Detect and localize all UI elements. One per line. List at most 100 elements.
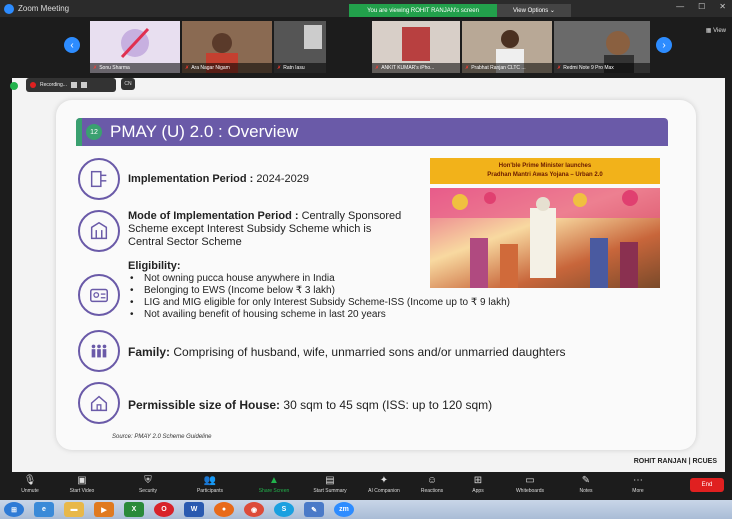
participant-name: ✗ Sonu Sharma (90, 63, 180, 73)
firefox-icon[interactable]: ● (214, 502, 234, 517)
launch-photo: Hon'ble Prime Minister launches Pradhan … (430, 158, 660, 288)
skype-icon[interactable]: S (274, 502, 294, 517)
start-summary-button[interactable]: ▤ Start Summary (300, 474, 360, 498)
notes-button[interactable]: ✎ Notes (556, 474, 616, 498)
mic-muted-icon: ✗ (375, 65, 380, 71)
more-button[interactable]: ⋯ More (608, 474, 668, 498)
family-icon (78, 330, 120, 372)
participant-name: ✗ ANKIT KUMAR's iPho... (372, 63, 460, 73)
mode-label: Mode of Implementation Period : (128, 210, 299, 222)
participant-tile[interactable]: ✗ Prabhat Ranjan CLTC ... (462, 21, 552, 73)
size-row: Permissible size of House: 30 sqm to 45 … (128, 399, 608, 412)
excel-icon[interactable]: X (124, 502, 144, 517)
implementation-row: Implementation Period : 2024-2029 (128, 173, 408, 186)
shield-icon: ⛨ (144, 474, 152, 486)
implementation-label: Implementation Period : (128, 173, 254, 185)
pause-icon[interactable] (70, 82, 77, 88)
house-icon (78, 382, 120, 424)
reactions-icon: ☺ (426, 474, 438, 486)
whiteboard-icon: ▭ (525, 474, 535, 486)
mic-muted-icon: ✗ (465, 65, 470, 71)
mic-muted-icon: ✗ (277, 65, 282, 71)
size-value: 30 sqm to 45 sqm (ISS: up to 120 sqm) (280, 398, 493, 412)
mic-muted-icon: 🎙 (23, 474, 37, 486)
more-icon: ⋯ (633, 474, 643, 486)
paint-icon[interactable]: ✎ (304, 502, 324, 517)
video-off-icon: ▣ (77, 474, 87, 486)
close-icon[interactable]: ✕ (719, 2, 726, 11)
recording-indicator[interactable]: Recording... (26, 78, 116, 92)
os-taskbar: ⊞ e ▬ ▶ X O W ● ◉ S ✎ zm (0, 500, 732, 519)
mic-muted-icon: ✗ (557, 65, 562, 71)
sparkle-icon: ✦ (379, 474, 389, 486)
participant-tile[interactable]: ✗ Sonu Sharma (90, 21, 180, 73)
ie-icon[interactable]: e (34, 502, 54, 517)
apps-icon: ⊞ (473, 474, 483, 486)
zoom-app-icon (4, 3, 14, 14)
building-icon (78, 210, 120, 252)
view-grid-icon: ▦ (705, 28, 712, 34)
record-icon (30, 82, 36, 88)
participant-tile[interactable]: ✗ Redmi Note 9 Pro Max (554, 21, 650, 73)
shared-screen: 12 PMAY (U) 2.0 : Overview Implementatio… (12, 78, 725, 472)
photo-caption: Hon'ble Prime Minister launches Pradhan … (430, 158, 660, 184)
presentation-slide: 12 PMAY (U) 2.0 : Overview Implementatio… (56, 100, 696, 450)
zoom-window: Zoom Meeting — ☐ ✕ You are viewing ROHIT… (0, 0, 732, 519)
view-options-button[interactable]: View Options ⌄ (497, 4, 571, 17)
family-row: Family: Comprising of husband, wife, unm… (128, 346, 668, 359)
stop-icon[interactable] (80, 82, 87, 88)
recording-label: Recording... (40, 82, 67, 88)
implementation-value: 2024-2029 (253, 173, 309, 185)
chevron-right-icon[interactable]: › (656, 37, 672, 53)
header-accent (76, 118, 82, 146)
size-label: Permissible size of House: (128, 398, 281, 412)
whiteboards-button[interactable]: ▭ Whiteboards (500, 474, 560, 498)
event-photo (430, 188, 660, 288)
calendar-icon (78, 158, 120, 200)
end-meeting-button[interactable]: End (690, 478, 724, 492)
view-button[interactable]: ▦ View (706, 27, 726, 34)
participants-button[interactable]: 👥 Participants (180, 474, 240, 498)
event-illustration (430, 188, 660, 288)
share-screen-button[interactable]: ▲ Share Screen (244, 474, 304, 498)
share-screen-icon: ▲ (269, 474, 279, 486)
family-label: Family: (128, 345, 171, 359)
window-controls: — ☐ ✕ (676, 2, 726, 11)
viewing-banner: You are viewing ROHIT RANJAN's screen (349, 4, 497, 17)
participant-tile[interactable]: ✗ Ara Nagar Nigam (182, 21, 272, 73)
id-card-icon (78, 274, 120, 316)
minimize-icon[interactable]: — (676, 2, 684, 11)
notes-icon: ✎ (581, 474, 591, 486)
slide-title: PMAY (U) 2.0 : Overview (110, 122, 299, 141)
slide-header: 12 PMAY (U) 2.0 : Overview (76, 118, 668, 146)
source-note: Source: PMAY 2.0 Scheme Guideline (112, 434, 212, 440)
start-video-button[interactable]: ▣ Start Video (52, 474, 112, 498)
start-orb-icon[interactable]: ⊞ (4, 502, 24, 517)
security-status-icon (10, 82, 18, 90)
caption-button[interactable]: CN (121, 78, 135, 90)
participant-name: ✗ Prabhat Ranjan CLTC ... (462, 63, 552, 73)
chrome-icon[interactable]: ◉ (244, 502, 264, 517)
meeting-stage: 12 PMAY (U) 2.0 : Overview Implementatio… (0, 74, 732, 472)
view-options-label: View Options (513, 7, 549, 14)
opera-icon[interactable]: O (154, 502, 174, 517)
zoom-icon[interactable]: zm (334, 502, 354, 517)
participant-tile[interactable]: ✗ Ratn Iasu (274, 21, 326, 73)
participant-name: ✗ Ara Nagar Nigam (182, 63, 272, 73)
eligibility-label: Eligibility: (128, 260, 181, 272)
security-button[interactable]: ⛨ Security (118, 474, 178, 498)
explorer-icon[interactable]: ▬ (64, 502, 84, 517)
chevron-left-icon[interactable]: ‹ (64, 37, 80, 53)
unmute-button[interactable]: 🎙 Unmute (0, 474, 60, 498)
media-icon[interactable]: ▶ (94, 502, 114, 517)
word-icon[interactable]: W (184, 502, 204, 517)
family-value: Comprising of husband, wife, unmarried s… (170, 345, 566, 359)
apps-button[interactable]: ⊞ Apps (448, 474, 508, 498)
maximize-icon[interactable]: ☐ (698, 2, 705, 11)
participant-tile[interactable]: ✗ ANKIT KUMAR's iPho... (372, 21, 460, 73)
window-title: Zoom Meeting (18, 4, 70, 13)
eligibility-item: Not availing benefit of housing scheme i… (128, 309, 598, 321)
participants-icon: 👥 (203, 474, 217, 486)
mic-muted-icon: ✗ (185, 65, 190, 71)
eligibility-item: LIG and MIG eligible for only Interest S… (128, 297, 598, 309)
